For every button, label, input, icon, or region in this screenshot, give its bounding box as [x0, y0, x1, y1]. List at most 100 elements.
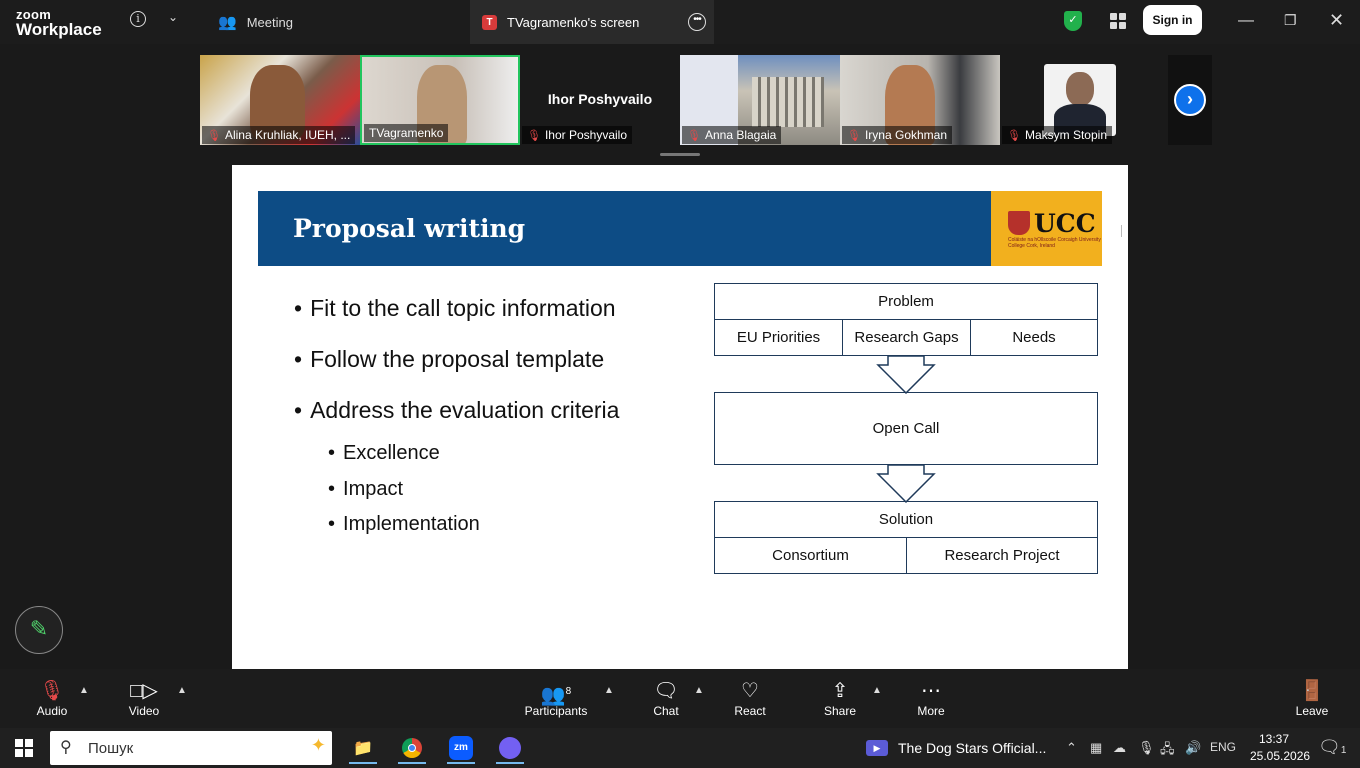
volume-icon[interactable]: 🔊 [1185, 740, 1201, 756]
restore-icon[interactable]: ❐ [1284, 12, 1297, 29]
microphone-icon[interactable]: 🎙 [1138, 740, 1155, 756]
participants-icon: 👥8 [540, 684, 572, 707]
file-explorer-icon[interactable]: 📁 [343, 732, 383, 764]
video-camera-icon: □▷ [130, 680, 158, 702]
video-tile[interactable]: 🎙 Anna Blagaia [680, 55, 840, 145]
participant-name-tag: 🎙 Alina Kruhliak, IUEH, ... [202, 126, 356, 144]
meeting-controls: 🎙 Audio ▲ □▷ Video ▲ 👥8 Participants ▲ 🗨… [0, 669, 1360, 728]
tray-chevron-up-icon[interactable]: ⌃ [1066, 740, 1077, 756]
title-bar: zoom Workplace i ⌄ 👥 Meeting T TVagramen… [0, 0, 1360, 44]
tab-meeting-label: Meeting [246, 14, 293, 30]
apps-grid-icon[interactable] [1110, 13, 1126, 29]
video-button[interactable]: □▷ Video [104, 679, 184, 718]
slide-bullet-list: • Fit to the call topic information • Foll… [294, 283, 619, 543]
tab-shared-screen[interactable]: T TVagramenko's screen ••• [470, 0, 714, 44]
video-tile[interactable]: Ihor Poshyvailo 🎙 Ihor Poshyvailo [520, 55, 680, 145]
participants-options-caret[interactable]: ▲ [604, 685, 614, 696]
logo-line2: Workplace [16, 20, 102, 39]
sub-bullet-item: • Excellence [328, 442, 440, 465]
clock-time: 13:37 [1258, 732, 1290, 746]
onedrive-icon[interactable]: ☁ [1113, 740, 1126, 756]
viber-icon[interactable] [490, 732, 530, 764]
participants-button[interactable]: 👥8 Participants [516, 679, 596, 718]
windows-start-icon[interactable] [15, 739, 33, 757]
share-button[interactable]: ⇪ Share [800, 679, 880, 718]
participant-name-tag: 🎙 Anna Blagaia [682, 126, 782, 144]
heart-icon: ♡ [741, 680, 759, 702]
participant-name-tag: 🎙 Ihor Poshyvailo [522, 126, 633, 144]
sparkle-icon: ✦ [310, 735, 326, 755]
video-tile[interactable]: 🎙 Maksym Stopin [1000, 55, 1160, 145]
tab-meeting[interactable]: 👥 Meeting [218, 0, 293, 44]
more-options-icon[interactable]: ••• [688, 13, 706, 31]
sharer-avatar-badge: T [482, 14, 497, 30]
bullet-item: • Fit to the call topic information [294, 295, 616, 321]
chat-options-caret[interactable]: ▲ [694, 685, 704, 696]
gallery-resize-handle[interactable] [660, 153, 700, 156]
diagram-research-project: Research Project [906, 537, 1098, 574]
slide-title: Proposal writing [293, 214, 526, 243]
media-play-icon: ▶ [866, 740, 888, 756]
participant-name-tag: TVagramenko [364, 124, 449, 142]
sub-bullet-item: • Implementation [328, 513, 480, 536]
taskbar-search-input[interactable]: ⚲ Пошук ✦ [50, 731, 332, 765]
network-icon[interactable]: 🖧 [1160, 740, 1175, 762]
chevron-down-icon[interactable]: ⌄ [168, 10, 178, 24]
sub-bullet-item: • Impact [328, 477, 404, 500]
zoom-app-icon[interactable]: zm [441, 732, 481, 764]
language-indicator[interactable]: ENG [1210, 740, 1236, 754]
participant-name-tag: 🎙 Iryna Gokhman [842, 126, 953, 144]
ucc-crest-icon [1008, 211, 1030, 235]
participant-name-tag: 🎙 Maksym Stopin [1002, 126, 1112, 144]
mic-muted-icon: 🎙 [207, 129, 221, 142]
notifications-icon[interactable]: 🗨1 [1318, 737, 1346, 758]
ucc-logo-subtitle: Coláiste na hOllscoile Corcaigh Universi… [1008, 237, 1101, 249]
clock-date: 25.05.2026 [1250, 749, 1311, 763]
more-dots-icon: ⋯ [921, 680, 941, 702]
info-icon[interactable]: i [130, 11, 146, 27]
mic-muted-icon: 🎙 [847, 129, 861, 142]
close-icon[interactable]: ✕ [1329, 10, 1344, 31]
chrome-icon[interactable] [392, 732, 432, 764]
gallery-next-button[interactable]: › [1168, 55, 1212, 145]
leave-button[interactable]: 🚪 Leave [1272, 679, 1352, 718]
notification-count: 1 [1340, 745, 1347, 756]
mic-muted-icon: 🎙 [527, 129, 541, 142]
more-button[interactable]: ⋯ More [891, 679, 971, 718]
search-icon: ⚲ [60, 739, 72, 756]
participants-count: 8 [565, 686, 572, 697]
react-button[interactable]: ♡ React [710, 679, 790, 718]
tab-screen-label: TVagramenko's screen [507, 14, 640, 30]
ucc-logo-text: UCC [1034, 209, 1096, 238]
chevron-right-icon: › [1174, 84, 1206, 116]
diagram-problem-box: Problem [714, 283, 1098, 320]
mic-muted-icon: 🎙 [687, 129, 701, 142]
share-screen-icon: ⇪ [831, 680, 849, 702]
building-columns [752, 77, 824, 127]
mic-muted-icon: 🎙 [1007, 129, 1021, 142]
security-shield-icon[interactable]: ✓ [1064, 11, 1082, 31]
sign-in-button[interactable]: Sign in [1143, 5, 1202, 35]
shared-screen-slide: Proposal writing UCC Coláiste na hOllsco… [232, 165, 1128, 669]
video-tile[interactable]: 🎙 Alina Kruhliak, IUEH, ... [200, 55, 360, 145]
audio-options-caret[interactable]: ▲ [79, 685, 89, 696]
down-arrow-icon [876, 465, 936, 503]
video-options-caret[interactable]: ▲ [177, 685, 187, 696]
windows-taskbar: ⚲ Пошук ✦ 📁 zm ▶ The Dog Stars Official.… [0, 728, 1360, 768]
diagram-eu-priorities: EU Priorities [714, 319, 843, 356]
share-options-caret[interactable]: ▲ [872, 685, 882, 696]
diagram-solution-box: Solution [714, 501, 1098, 538]
minimize-icon[interactable]: — [1238, 12, 1254, 30]
mouse-cursor [1121, 225, 1128, 237]
participant-title: Ihor Poshyvailo [547, 91, 653, 107]
video-tile[interactable]: 🎙 Iryna Gokhman [840, 55, 1000, 145]
video-tile-active-speaker[interactable]: TVagramenko [360, 55, 520, 145]
system-clock[interactable]: 13:37 25.05.2026 [1250, 731, 1311, 765]
annotate-pencil-button[interactable]: ✎ [15, 606, 63, 654]
tray-app-icon[interactable]: ▦ [1090, 740, 1102, 756]
leave-door-icon: 🚪 [1299, 680, 1325, 702]
people-icon: 👥 [218, 14, 237, 31]
media-player-widget[interactable]: ▶ The Dog Stars Official... [866, 728, 1046, 768]
diagram-consortium: Consortium [714, 537, 907, 574]
diagram-open-call-box: Open Call [714, 392, 1098, 465]
